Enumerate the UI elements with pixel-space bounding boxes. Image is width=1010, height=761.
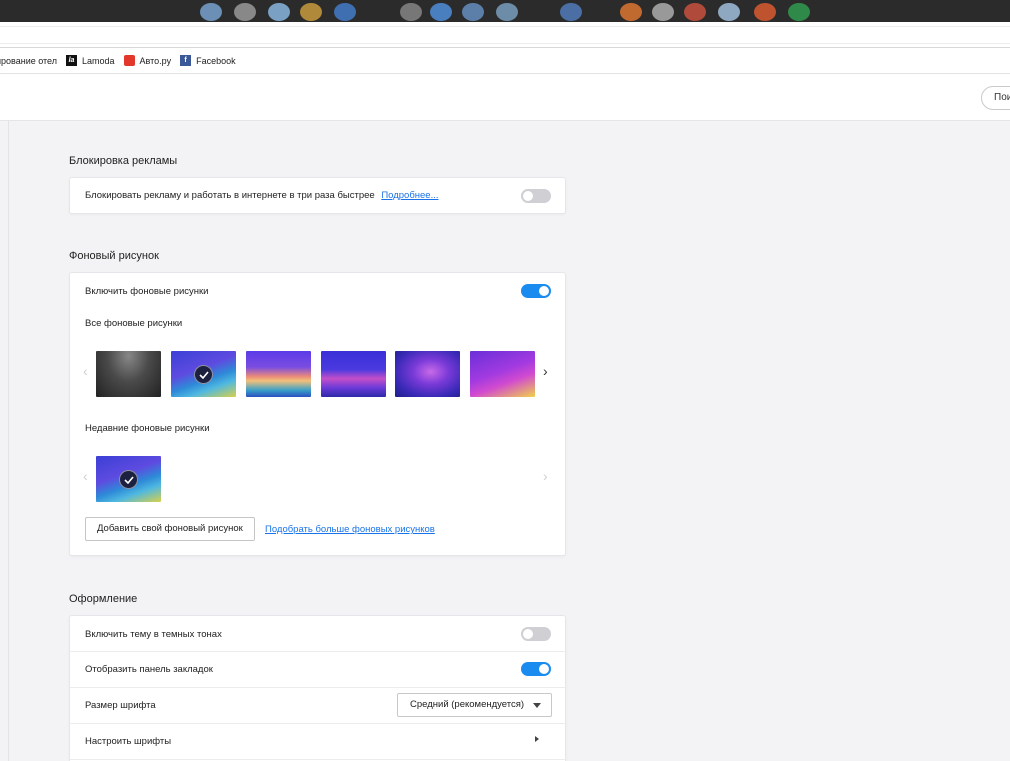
address-bar[interactable] <box>0 22 1010 48</box>
taskbar-app-icon[interactable] <box>300 3 322 21</box>
wallpaper-thumbnail-selected[interactable] <box>171 351 236 397</box>
taskbar-app-icon[interactable] <box>268 3 290 21</box>
bookmark-facebook[interactable]: f Facebook <box>180 55 236 66</box>
appearance-card: Включить тему в темных тонах Отобразить … <box>69 615 567 761</box>
chevron-left-icon[interactable]: ‹ <box>83 363 88 379</box>
adblock-label: Блокировать рекламу и работать в интерне… <box>85 190 375 201</box>
all-wallpapers-label: Все фоновые рисунки <box>85 318 183 329</box>
bookmark-label: Lamoda <box>82 55 115 66</box>
bookmark-label: Facebook <box>196 55 236 66</box>
wallpaper-thumbnail[interactable] <box>395 351 460 397</box>
settings-header: Пои <box>0 74 1010 121</box>
taskbar-app-icon[interactable] <box>334 3 356 21</box>
bookmark-autoru[interactable]: Авто.ру <box>123 55 172 66</box>
dropdown-caret-icon <box>533 703 541 708</box>
adblock-card: Блокировать рекламу и работать в интерне… <box>69 177 566 214</box>
row-divider <box>70 723 567 724</box>
row-divider <box>70 759 567 760</box>
bookmark-label: Авто.ру <box>139 55 172 66</box>
lamoda-icon: la <box>66 55 78 66</box>
section-title-wallpaper: Фоновый рисунок <box>69 250 159 262</box>
taskbar-app-icon[interactable] <box>620 3 642 21</box>
bookmark-item[interactable]: ирование отел <box>0 56 57 66</box>
enable-wallpapers-label: Включить фоновые рисунки <box>85 286 209 297</box>
font-size-select[interactable]: Средний (рекомендуется) <box>397 693 552 717</box>
bookmark-label: ирование отел <box>0 55 58 66</box>
taskbar-app-icon[interactable] <box>788 3 810 21</box>
section-title-appearance: Оформление <box>69 593 138 605</box>
sidebar-divider <box>8 121 9 761</box>
font-size-value: Средний (рекомендуется) <box>410 699 525 710</box>
adblock-more-link[interactable]: Подробнее... <box>381 190 438 201</box>
taskbar-app-icon[interactable] <box>652 3 674 21</box>
font-size-label: Размер шрифта <box>85 700 156 711</box>
taskbar-app-icon[interactable] <box>430 3 452 21</box>
os-taskbar <box>0 0 1010 22</box>
bookmarks-bar: ирование отел la Lamoda Авто.ру f Facebo… <box>0 48 1010 74</box>
bookmarks-bar-label: Отобразить панель закладок <box>85 664 213 675</box>
dark-theme-toggle[interactable] <box>521 627 551 641</box>
taskbar-app-icon[interactable] <box>462 3 484 21</box>
wallpaper-thumbnail[interactable] <box>246 351 311 397</box>
check-icon <box>119 470 138 489</box>
bookmarks-bar-toggle[interactable] <box>521 662 551 676</box>
autoru-icon <box>123 55 135 66</box>
add-wallpaper-button[interactable]: Добавить свой фоновый рисунок <box>85 517 255 541</box>
taskbar-app-icon[interactable] <box>496 3 518 21</box>
chevron-right-icon[interactable] <box>535 736 539 742</box>
wallpaper-thumbnail[interactable] <box>321 351 386 397</box>
row-divider <box>70 651 567 652</box>
recent-wallpapers-label: Недавние фоновые рисунки <box>85 423 210 434</box>
adblock-toggle[interactable] <box>521 189 551 203</box>
wallpaper-thumbnail[interactable] <box>470 351 535 397</box>
recent-wallpaper-thumbnail-selected[interactable] <box>96 456 161 502</box>
taskbar-app-icon[interactable] <box>684 3 706 21</box>
wallpaper-thumbnail[interactable] <box>96 351 161 397</box>
taskbar-app-icon[interactable] <box>560 3 582 21</box>
dark-theme-label: Включить тему в темных тонах <box>85 629 222 640</box>
taskbar-app-icon[interactable] <box>754 3 776 21</box>
wallpaper-card: Включить фоновые рисунки Все фоновые рис… <box>69 272 566 556</box>
taskbar-app-icon[interactable] <box>200 3 222 21</box>
taskbar-app-icon[interactable] <box>234 3 256 21</box>
facebook-icon: f <box>180 55 192 66</box>
search-settings-button[interactable]: Пои <box>981 86 1010 110</box>
chevron-right-icon[interactable]: › <box>543 363 548 379</box>
section-title-adblock: Блокировка рекламы <box>69 155 178 167</box>
taskbar-app-icon[interactable] <box>718 3 740 21</box>
row-divider <box>70 687 567 688</box>
chevron-left-icon[interactable]: ‹ <box>83 468 88 484</box>
check-icon <box>194 365 213 384</box>
customize-fonts-label[interactable]: Настроить шрифты <box>85 736 171 747</box>
bookmark-lamoda[interactable]: la Lamoda <box>66 55 115 66</box>
taskbar-app-icon[interactable] <box>400 3 422 21</box>
adblock-row: Блокировать рекламу и работать в интерне… <box>85 190 439 201</box>
more-wallpapers-link[interactable]: Подобрать больше фоновых рисунков <box>265 524 435 535</box>
chevron-right-icon[interactable]: › <box>543 468 548 484</box>
enable-wallpapers-toggle[interactable] <box>521 284 551 298</box>
